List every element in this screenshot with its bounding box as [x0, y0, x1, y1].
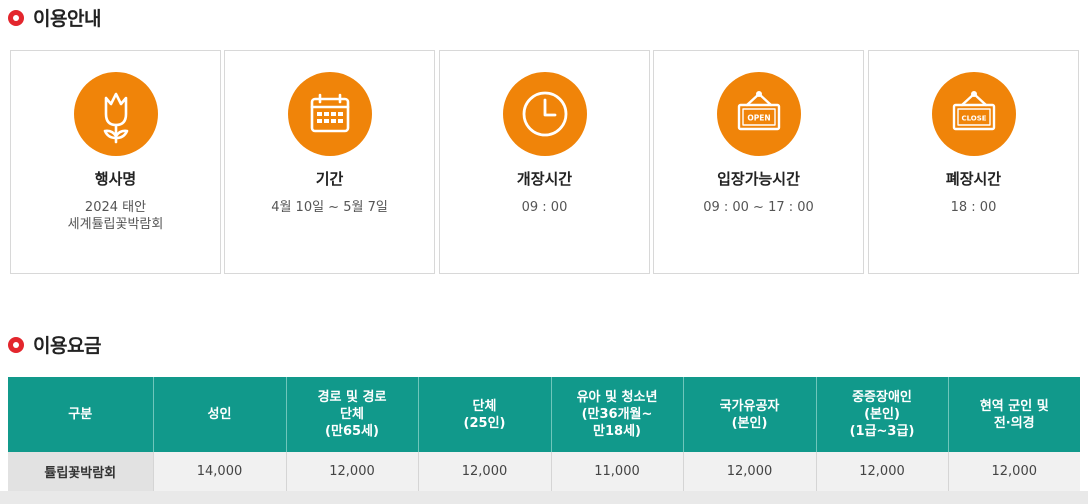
table-header-cell: 유아 및 청소년 (만36개월~ 만18세) — [550, 377, 683, 452]
fee-table-wrapper: 구분 성인 경로 및 경로 단체 (만65세) 단체 (25인) 유아 및 청소… — [8, 377, 1080, 492]
info-card-entry-time: OPEN 입장가능시간 09 : 00 ~ 17 : 00 — [653, 50, 864, 274]
card-value: 09 : 00 — [521, 200, 568, 215]
table-cell: 12,000 — [682, 452, 816, 492]
table-cell: 14,000 — [152, 452, 286, 492]
card-name: 개장시간 — [516, 170, 573, 188]
table-cell: 11,000 — [550, 452, 683, 492]
card-value: 4월 10일 ~ 5월 7일 — [271, 200, 388, 215]
info-card-open-time: 개장시간 09 : 00 — [439, 50, 650, 274]
table-cell: 12,000 — [815, 452, 948, 492]
section-title-info: 이용안내 — [8, 4, 101, 31]
table-row: 튤립꽃박람회 14,000 12,000 12,000 11,000 12,00… — [8, 452, 1080, 492]
page-bottom-strip — [0, 491, 1088, 504]
sign-text: OPEN — [747, 114, 770, 123]
info-card-period: 기간 4월 10일 ~ 5월 7일 — [224, 50, 435, 274]
sign-text: CLOSE — [961, 115, 986, 123]
card-name: 기간 — [315, 170, 344, 188]
card-value: 09 : 00 ~ 17 : 00 — [703, 200, 814, 215]
table-header-cell: 경로 및 경로 단체 (만65세) — [285, 377, 418, 452]
table-cell: 12,000 — [285, 452, 418, 492]
table-header-cell: 중증장애인 (본인) (1급~3급) — [815, 377, 948, 452]
clock-icon — [503, 72, 587, 156]
close-sign-icon: CLOSE — [932, 72, 1016, 156]
table-header-cell: 국가유공자 (본인) — [682, 377, 816, 452]
tulip-icon — [74, 72, 158, 156]
table-cell: 12,000 — [947, 452, 1080, 492]
table-cell: 튤립꽃박람회 — [8, 452, 153, 492]
calendar-icon — [288, 72, 372, 156]
card-value: 18 : 00 — [950, 200, 997, 215]
bullet-icon — [8, 9, 24, 26]
section-title-fee: 이용요금 — [8, 331, 101, 358]
table-cell: 12,000 — [417, 452, 551, 492]
card-value: 2024 태안 세계튤립꽃박람회 — [67, 200, 164, 232]
section-title-text: 이용안내 — [33, 8, 101, 30]
section-title-text: 이용요금 — [33, 335, 101, 357]
fee-table: 구분 성인 경로 및 경로 단체 (만65세) 단체 (25인) 유아 및 청소… — [8, 377, 1080, 492]
table-header-cell: 현역 군인 및 전·의경 — [947, 377, 1080, 452]
bullet-icon — [8, 336, 24, 353]
card-name: 입장가능시간 — [717, 170, 800, 188]
table-header-cell: 구분 — [8, 377, 153, 452]
card-name: 폐장시간 — [945, 170, 1002, 188]
info-card-close-time: CLOSE 폐장시간 18 : 00 — [868, 50, 1079, 274]
card-name: 행사명 — [94, 170, 137, 188]
info-cards: 행사명 2024 태안 세계튤립꽃박람회 기간 4월 10일 ~ 5월 7일 개… — [10, 50, 1079, 274]
info-card-event-name: 행사명 2024 태안 세계튤립꽃박람회 — [10, 50, 221, 274]
table-header-row: 구분 성인 경로 및 경로 단체 (만65세) 단체 (25인) 유아 및 청소… — [8, 377, 1080, 452]
table-header-cell: 단체 (25인) — [417, 377, 551, 452]
table-header-cell: 성인 — [152, 377, 286, 452]
open-sign-icon: OPEN — [717, 72, 801, 156]
